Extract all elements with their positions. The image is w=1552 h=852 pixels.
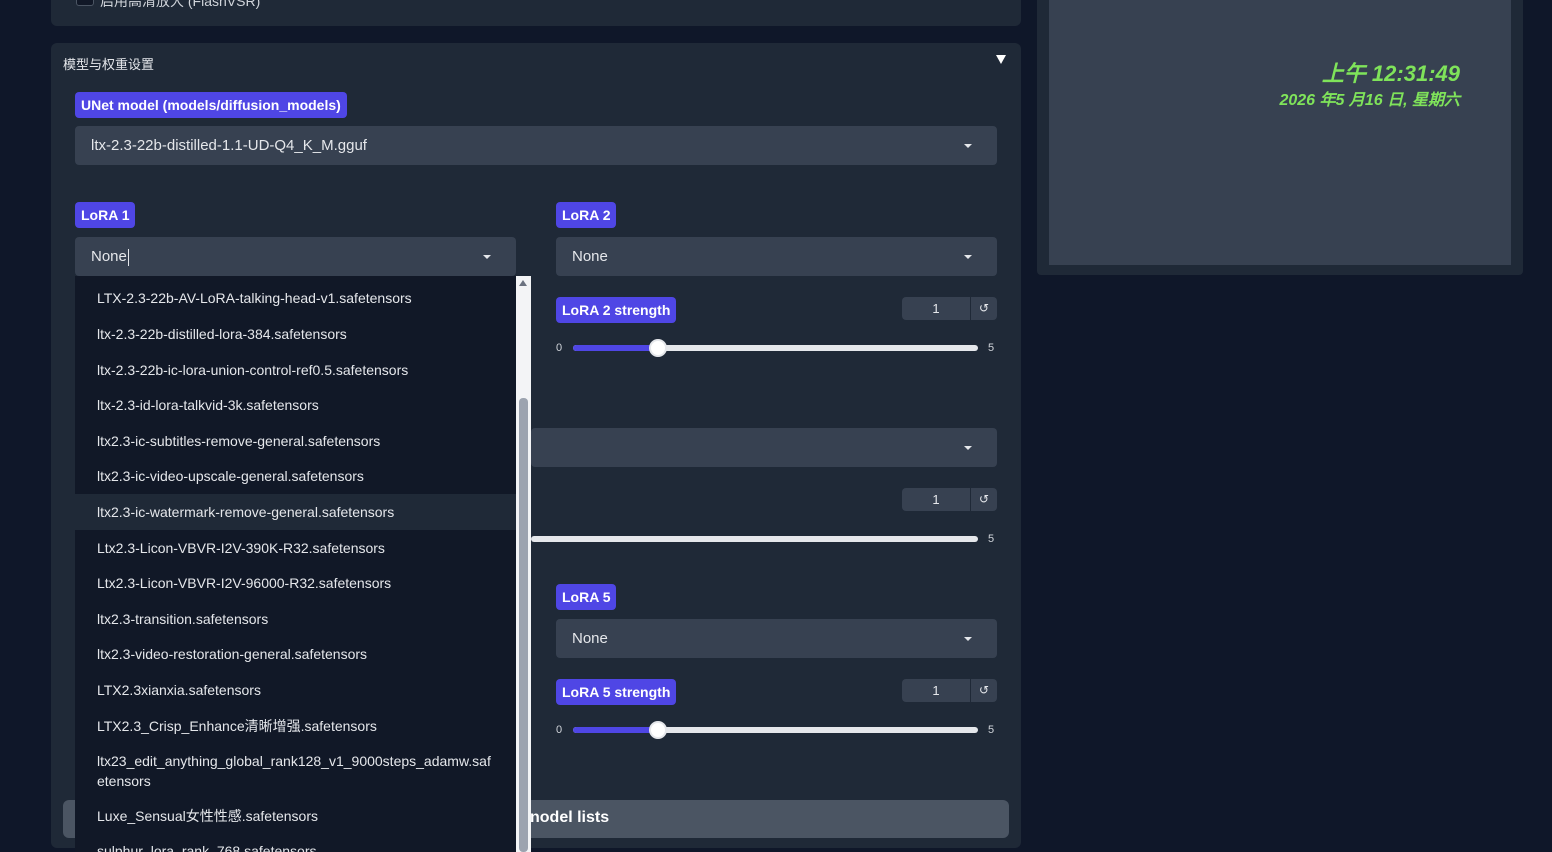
section-title[interactable]: 模型与权重设置 bbox=[63, 54, 154, 73]
lora5-slider-fill bbox=[573, 727, 658, 733]
reset-icon[interactable]: ↺ bbox=[970, 297, 997, 320]
dropdown-option[interactable]: ltx-2.3-22b-distilled-lora-384.safetenso… bbox=[75, 324, 516, 344]
lora5-strength-input[interactable]: 1 ↺ bbox=[902, 679, 997, 702]
text-cursor bbox=[127, 248, 129, 266]
dropdown-option[interactable]: ltx2.3-transition.safetensors bbox=[75, 609, 516, 629]
lora1-select-value: None bbox=[91, 248, 127, 265]
dropdown-option[interactable]: Luxe_Sensual女性性感.safetensors bbox=[75, 806, 516, 826]
lora1-select[interactable]: None bbox=[75, 237, 516, 276]
clock-date: 2026 年5 月16 日, 星期六 bbox=[1279, 92, 1460, 109]
chevron-down-icon bbox=[964, 446, 972, 450]
lora2-slider-handle[interactable] bbox=[649, 339, 667, 357]
unet-select-value: ltx-2.3-22b-distilled-1.1-UD-Q4_K_M.gguf bbox=[91, 137, 367, 154]
lora2-slider-max: 5 bbox=[988, 342, 995, 354]
clock-time: 上午 12:31:49 bbox=[1321, 61, 1460, 86]
unet-select[interactable]: ltx-2.3-22b-distilled-1.1-UD-Q4_K_M.gguf bbox=[75, 126, 997, 165]
dropdown-option[interactable]: ltx-2.3-22b-ic-lora-union-control-ref0.5… bbox=[75, 360, 516, 380]
dropdown-option[interactable]: LTX2.3xianxia.safetensors bbox=[75, 680, 516, 700]
lora5-label: LoRA 5 bbox=[556, 584, 617, 610]
lora5-select[interactable]: None bbox=[556, 619, 997, 658]
dropdown-option[interactable]: Ltx2.3-Licon-VBVR-I2V-96000-R32.safetens… bbox=[75, 573, 516, 593]
lora2-select-value: None bbox=[572, 248, 608, 265]
lora5-slider-max: 5 bbox=[988, 724, 995, 736]
dropdown-option[interactable]: Ltx2.3-Licon-VBVR-I2V-390K-R32.safetenso… bbox=[75, 538, 516, 558]
lora2-slider-fill bbox=[573, 345, 658, 351]
dropdown-option[interactable]: ltx23_edit_anything_global_rank128_v1_90… bbox=[75, 751, 516, 771]
dropdown-option[interactable]: ltx2.3-ic-subtitles-remove-general.safet… bbox=[75, 431, 516, 451]
lora4-slider-max: 5 bbox=[988, 533, 995, 545]
lora5-select-value: None bbox=[572, 630, 608, 647]
dropdown-option[interactable]: ltx2.3-video-restoration-general.safeten… bbox=[75, 644, 516, 664]
refresh-button-label: nodel lists bbox=[530, 809, 610, 826]
lora4-slider-track[interactable] bbox=[531, 536, 978, 542]
flashvsr-checkbox-label: 启用高清放大 (FlashVSR) bbox=[100, 0, 261, 9]
lora4-strength-input[interactable]: 1 ↺ bbox=[902, 488, 997, 511]
reset-icon[interactable]: ↺ bbox=[970, 488, 997, 511]
dropdown-option-highlighted[interactable]: ltx2.3-ic-watermark-remove-general.safet… bbox=[75, 494, 516, 530]
lora5-slider-min: 0 bbox=[556, 724, 563, 736]
lora1-dropdown-list[interactable]: LTX-2.3-22b-AV-LoRA-talking-head-v1.safe… bbox=[75, 276, 516, 852]
chevron-down-icon bbox=[964, 637, 972, 641]
lora2-strength-value[interactable]: 1 bbox=[902, 297, 970, 320]
dropdown-option[interactable]: sulphur_lora_rank_768.safetensors bbox=[75, 841, 516, 852]
collapse-triangle-icon[interactable] bbox=[996, 55, 1006, 64]
scrollbar-thumb[interactable] bbox=[519, 398, 528, 852]
flashvsr-checkbox[interactable] bbox=[76, 0, 94, 6]
reset-icon[interactable]: ↺ bbox=[970, 679, 997, 702]
dropdown-option[interactable]: ltx-2.3-id-lora-talkvid-3k.safetensors bbox=[75, 395, 516, 415]
lora5-strength-label: LoRA 5 strength bbox=[556, 679, 677, 705]
lora1-label: LoRA 1 bbox=[75, 202, 136, 228]
chevron-down-icon bbox=[964, 255, 972, 259]
right-panel-content bbox=[1049, 0, 1511, 265]
lora4-select[interactable] bbox=[531, 428, 997, 467]
chevron-down-icon bbox=[483, 255, 491, 259]
lora4-strength-value[interactable]: 1 bbox=[902, 488, 970, 511]
scroll-up-arrow-icon[interactable] bbox=[519, 280, 527, 286]
lora2-strength-label: LoRA 2 strength bbox=[556, 297, 677, 323]
lora2-slider-min: 0 bbox=[556, 342, 563, 354]
lora2-label: LoRA 2 bbox=[556, 202, 617, 228]
unet-label: UNet model (models/diffusion_models) bbox=[75, 92, 347, 118]
dropdown-option[interactable]: ltx2.3-ic-video-upscale-general.safetens… bbox=[75, 466, 516, 486]
lora5-strength-value[interactable]: 1 bbox=[902, 679, 970, 702]
dropdown-option[interactable]: LTX2.3_Crisp_Enhance清晰增强.safetensors bbox=[75, 716, 516, 736]
lora2-select[interactable]: None bbox=[556, 237, 997, 276]
lora5-slider-handle[interactable] bbox=[649, 721, 667, 739]
chevron-down-icon bbox=[964, 144, 972, 148]
lora2-strength-input[interactable]: 1 ↺ bbox=[902, 297, 997, 320]
dropdown-option-continued[interactable]: etensors bbox=[75, 771, 516, 791]
dropdown-option[interactable]: LTX-2.3-22b-AV-LoRA-talking-head-v1.safe… bbox=[75, 288, 516, 308]
